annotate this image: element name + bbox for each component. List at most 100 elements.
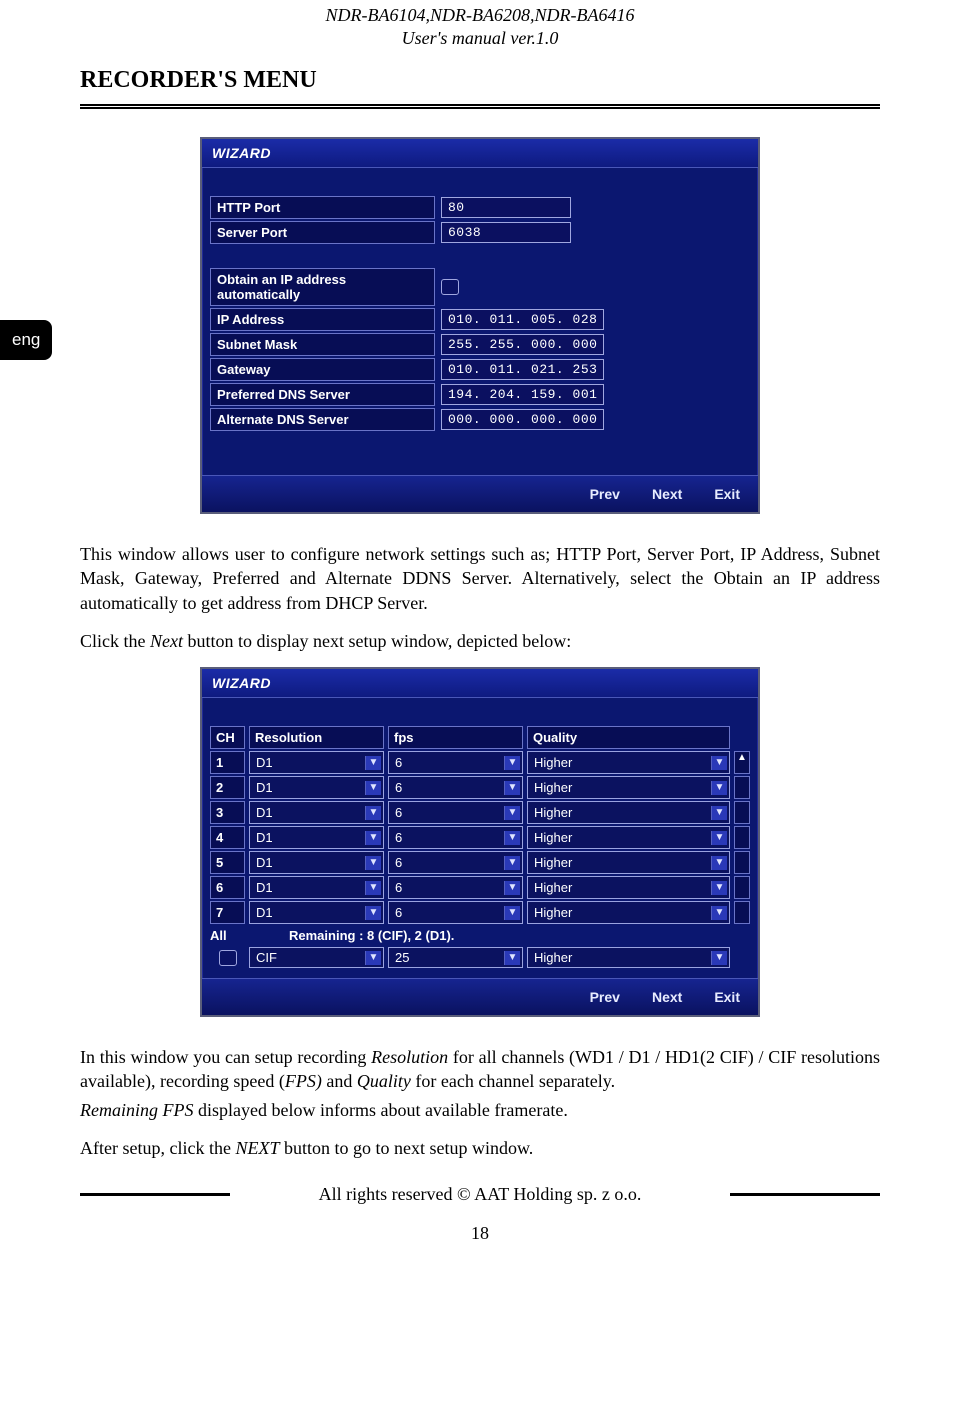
fps-select[interactable]: 6▼ [388,826,523,849]
footer-bar [730,1193,880,1196]
form-row: Alternate DNS Server 000. 000. 000. 000 [210,408,750,431]
chevron-down-icon: ▼ [711,856,727,870]
text-input[interactable]: 6038 [441,222,571,243]
table-row: 4D1▼6▼Higher▼ [210,826,750,849]
prev-button[interactable]: Prev [590,486,620,502]
resolution-select[interactable]: D1▼ [249,801,384,824]
scrollbar[interactable] [734,826,750,849]
resolution-select[interactable]: D1▼ [249,826,384,849]
chevron-down-icon: ▼ [504,881,520,895]
scrollbar[interactable]: ▲ [734,751,750,774]
all-checkbox[interactable] [219,950,237,966]
resolution-select[interactable]: D1▼ [249,851,384,874]
quality-select[interactable]: Higher▼ [527,801,730,824]
next-button[interactable]: Next [652,989,682,1005]
checkbox[interactable] [441,279,459,295]
chevron-down-icon: ▼ [365,881,381,895]
quality-select[interactable]: Higher▼ [527,776,730,799]
fps-select[interactable]: 6▼ [388,876,523,899]
paragraph-text: In this window you can setup recording R… [80,1045,880,1094]
form-row: HTTP Port 80 [210,196,750,219]
cell-ch: 1 [210,751,245,774]
paragraph-text: After setup, click the NEXT button to go… [80,1136,880,1160]
header-models: NDR-BA6104,NDR-BA6208,NDR-BA6416 [0,4,960,27]
next-button[interactable]: Next [652,486,682,502]
form-label: Alternate DNS Server [210,408,435,431]
chevron-down-icon: ▼ [504,806,520,820]
resolution-select[interactable]: D1▼ [249,776,384,799]
text-input[interactable]: 255. 255. 000. 000 [441,334,604,355]
page-number: 18 [0,1223,960,1244]
chevron-down-icon: ▼ [711,951,727,965]
table-header-row: CH Resolution fps Quality [210,726,750,749]
col-quality: Quality [527,726,730,749]
fps-select[interactable]: 6▼ [388,776,523,799]
table-row: 6D1▼6▼Higher▼ [210,876,750,899]
fps-select[interactable]: 6▼ [388,751,523,774]
scrollbar[interactable] [734,901,750,924]
quality-select[interactable]: Higher▼ [527,751,730,774]
chevron-down-icon: ▼ [711,806,727,820]
scrollbar[interactable] [734,801,750,824]
chevron-down-icon: ▼ [504,856,520,870]
chevron-down-icon: ▼ [504,756,520,770]
quality-select[interactable]: Higher▼ [527,851,730,874]
remaining-row: All Remaining : 8 (CIF), 2 (D1). [210,928,750,943]
text-input[interactable]: 194. 204. 159. 001 [441,384,604,405]
quality-select[interactable]: Higher▼ [527,826,730,849]
text-input[interactable]: 010. 011. 021. 253 [441,359,604,380]
text-input[interactable]: 80 [441,197,571,218]
all-fps-select[interactable]: 25▼ [388,947,523,968]
col-fps: fps [388,726,523,749]
footer-bar [80,1193,230,1196]
fps-select[interactable]: 6▼ [388,851,523,874]
text-input[interactable]: 010. 011. 005. 028 [441,309,604,330]
exit-button[interactable]: Exit [714,486,740,502]
table-row: 5D1▼6▼Higher▼ [210,851,750,874]
wizard-button-bar: Prev Next Exit [202,978,758,1015]
wizard-recording-window: WIZARD CH Resolution fps Quality 1D1▼6▼H… [200,667,760,1017]
form-label: Server Port [210,221,435,244]
col-ch: CH [210,726,245,749]
table-row: 3D1▼6▼Higher▼ [210,801,750,824]
chevron-down-icon: ▼ [504,831,520,845]
fps-select[interactable]: 6▼ [388,801,523,824]
all-quality-select[interactable]: Higher▼ [527,947,730,968]
remaining-text: Remaining : 8 (CIF), 2 (D1). [249,928,750,943]
quality-select[interactable]: Higher▼ [527,876,730,899]
resolution-select[interactable]: D1▼ [249,751,384,774]
prev-button[interactable]: Prev [590,989,620,1005]
form-label: Gateway [210,358,435,381]
form-label: Preferred DNS Server [210,383,435,406]
table-row: 7D1▼6▼Higher▼ [210,901,750,924]
resolution-select[interactable]: D1▼ [249,901,384,924]
chevron-down-icon: ▼ [711,881,727,895]
footer-text: All rights reserved © AAT Holding sp. z … [230,1184,730,1205]
resolution-select[interactable]: D1▼ [249,876,384,899]
form-row: Server Port 6038 [210,221,750,244]
table-row: 2D1▼6▼Higher▼ [210,776,750,799]
all-resolution-select[interactable]: CIF▼ [249,947,384,968]
table-row: 1D1▼6▼Higher▼▲ [210,751,750,774]
form-label: HTTP Port [210,196,435,219]
header-subtitle: User's manual ver.1.0 [0,27,960,50]
quality-select[interactable]: Higher▼ [527,901,730,924]
cell-ch: 6 [210,876,245,899]
col-resolution: Resolution [249,726,384,749]
fps-select[interactable]: 6▼ [388,901,523,924]
wizard-title: WIZARD [202,669,758,698]
exit-button[interactable]: Exit [714,989,740,1005]
chevron-down-icon: ▼ [365,906,381,920]
form-row: IP Address010. 011. 005. 028 [210,308,750,331]
chevron-down-icon: ▼ [504,906,520,920]
horizontal-rule [80,104,880,109]
text-input[interactable]: 000. 000. 000. 000 [441,409,604,430]
chevron-down-icon: ▼ [365,756,381,770]
chevron-down-icon: ▼ [711,906,727,920]
scrollbar[interactable] [734,876,750,899]
chevron-down-icon: ▼ [711,756,727,770]
scrollbar[interactable] [734,776,750,799]
wizard-network-window: WIZARD HTTP Port80Server Port6038 Obtain… [200,137,760,514]
scrollbar[interactable] [734,851,750,874]
chevron-down-icon: ▼ [365,951,381,965]
